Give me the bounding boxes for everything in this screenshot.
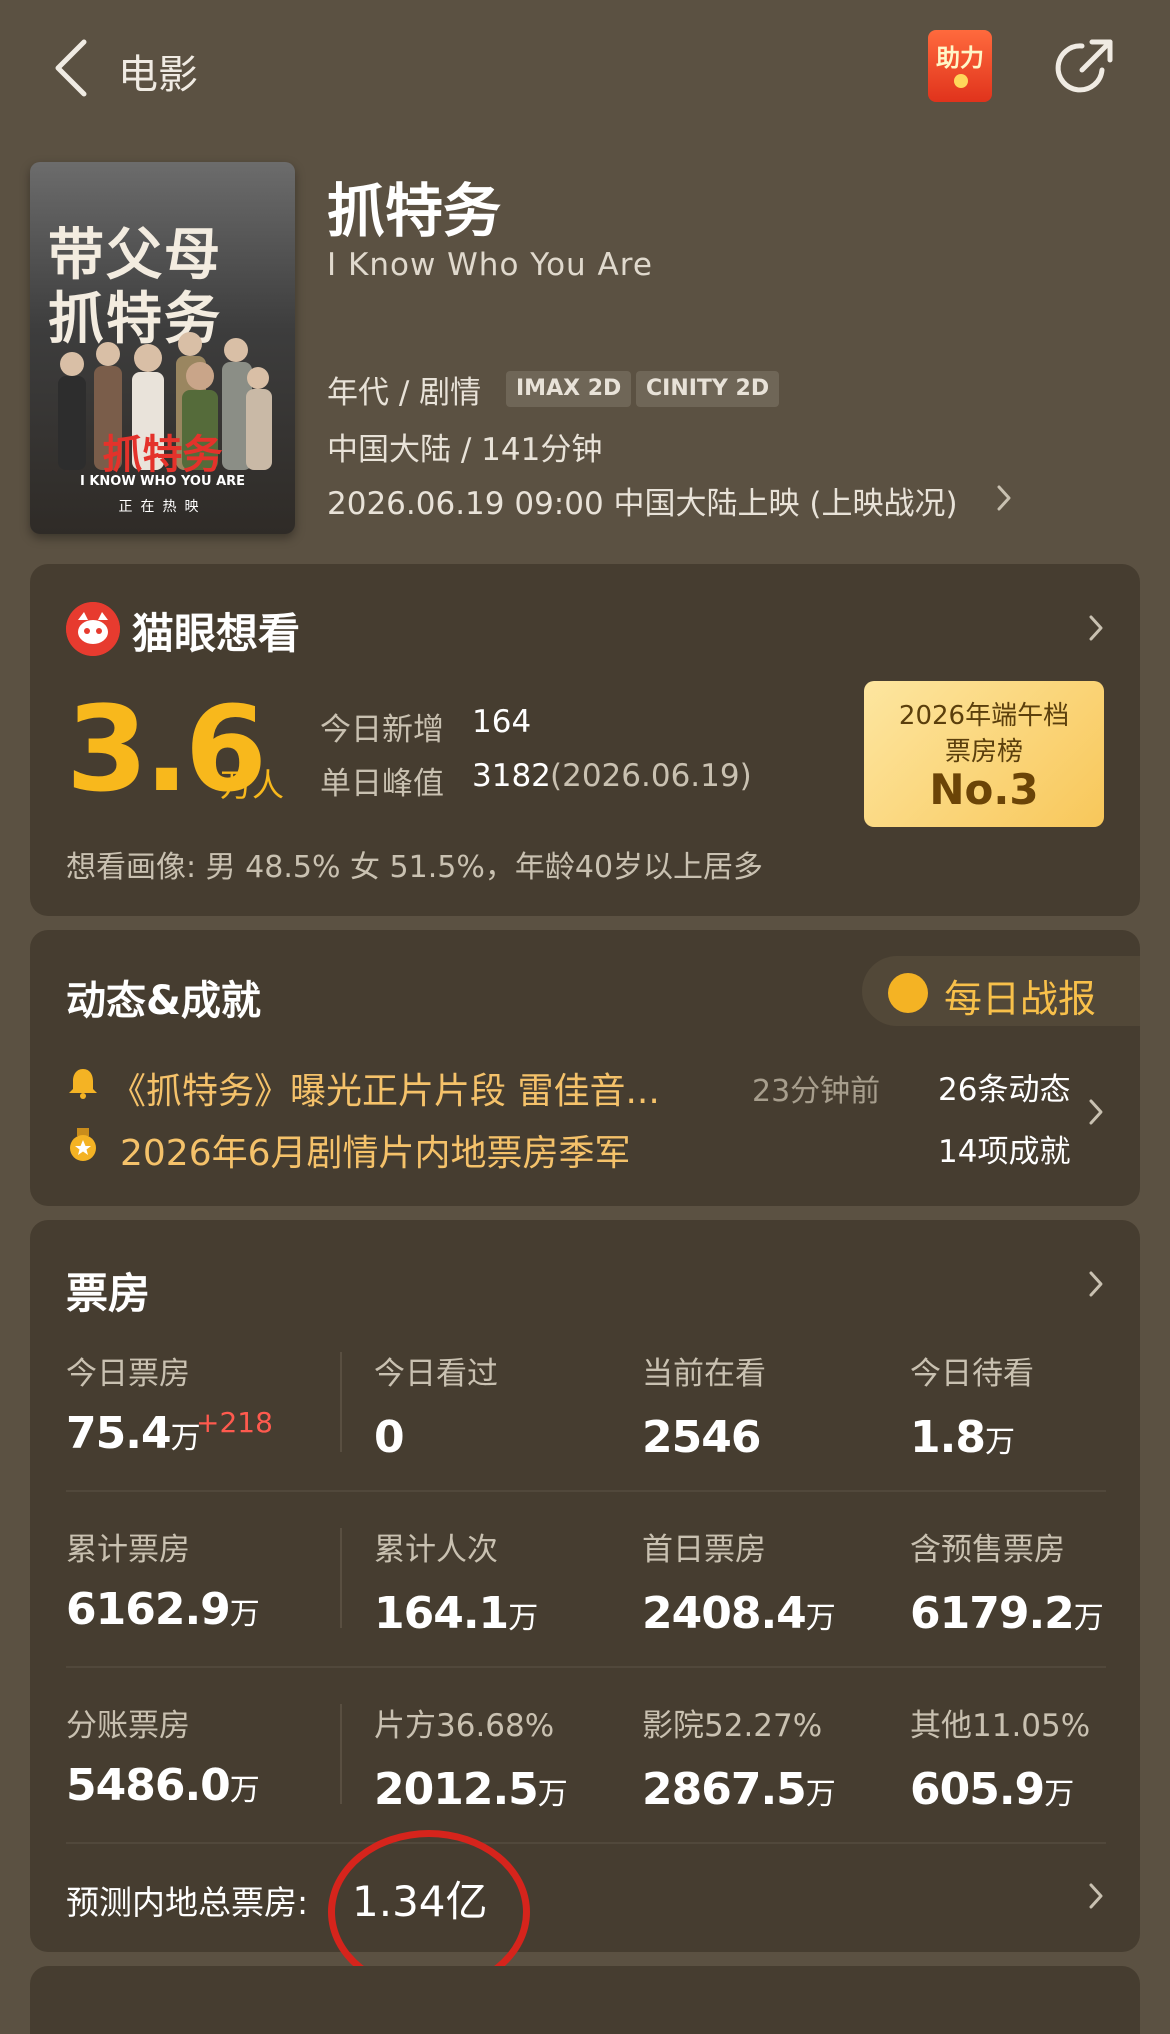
first-day-value: 2408.4万 <box>642 1588 836 1639</box>
maoyan-cat-icon <box>66 602 120 656</box>
movie-region-runtime: 中国大陆 / 141分钟 <box>327 432 603 468</box>
format-tag-imax: IMAX 2D <box>506 371 632 407</box>
audience-portrait: 想看画像: 男 48.5% 女 51.5%，年龄40岁以上居多 <box>66 850 764 885</box>
medal-icon <box>888 973 928 1013</box>
bell-icon <box>69 1069 97 1099</box>
daily-report-button[interactable]: 每日战报 <box>862 956 1140 1026</box>
poster-tagline: 正在热映 <box>118 499 207 515</box>
box-office-title: 票房 <box>66 1269 151 1318</box>
total-box-office-label: 累计票房 <box>66 1532 190 1568</box>
chevron-right-icon <box>1089 615 1103 641</box>
movie-english-title: I Know Who You Are <box>327 247 653 283</box>
cinema-share-value: 2867.5万 <box>642 1764 836 1815</box>
rank-position: No.3 <box>929 765 1039 814</box>
first-day-label: 首日票房 <box>642 1532 766 1568</box>
want-title: 猫眼想看 <box>132 609 301 658</box>
today-box-office-value: 75.4万 <box>66 1408 201 1459</box>
today-watched-label: 今日看过 <box>374 1356 498 1392</box>
other-share-label: 其他11.05% <box>910 1708 1091 1744</box>
movie-release-link[interactable]: 2026.06.19 09:00 中国大陆上映 (上映战况) <box>327 478 958 523</box>
news-item[interactable]: 《抓特务》曝光正片片段 雷佳音... <box>110 1062 660 1114</box>
chevron-right-icon <box>997 485 1011 511</box>
chevron-left-icon <box>55 39 87 97</box>
next-card <box>30 1966 1140 2034</box>
daily-peak-label: 单日峰值 <box>320 766 444 802</box>
now-watching-label: 当前在看 <box>642 1356 766 1392</box>
today-box-office-delta: +218 <box>196 1406 273 1439</box>
movie-poster[interactable]: 带父母 抓特务 抓特务 I KNOW WHO YOU ARE 正在热映 <box>30 162 295 534</box>
producer-share-value: 2012.5万 <box>374 1764 568 1815</box>
column-divider <box>340 1704 342 1804</box>
total-admissions-value: 164.1万 <box>374 1588 539 1639</box>
other-share-value: 605.9万 <box>910 1764 1075 1815</box>
medal-icon <box>70 1128 96 1161</box>
split-box-office-value: 5486.0万 <box>66 1760 260 1811</box>
want-count-unit: 万人 <box>220 766 285 804</box>
today-box-office-label: 今日票房 <box>66 1356 190 1392</box>
presale-total-label: 含预售票房 <box>910 1532 1065 1568</box>
movie-title: 抓特务 <box>327 177 502 245</box>
poster-english-title: I KNOW WHO YOU ARE <box>79 474 246 489</box>
share-icon[interactable] <box>1052 34 1118 100</box>
row-divider <box>66 1490 1106 1492</box>
rank-list: 票房榜 <box>944 737 1023 767</box>
today-new-value: 164 <box>472 704 532 740</box>
presale-total-value: 6179.2万 <box>910 1588 1104 1639</box>
chevron-right-icon <box>1089 1099 1103 1125</box>
total-admissions-label: 累计人次 <box>374 1532 498 1568</box>
column-divider <box>340 1352 342 1452</box>
news-title: 动态&成就 <box>66 978 261 1024</box>
page-title: 电影 <box>118 52 198 98</box>
chevron-right-icon <box>1089 1271 1103 1297</box>
chevron-right-icon <box>1089 1883 1103 1909</box>
rank-season: 2026年端午档 <box>898 701 1070 731</box>
help-label: 助力 <box>936 44 984 72</box>
daily-report-label: 每日战报 <box>944 977 1097 1021</box>
daily-peak-value: 3182 <box>472 758 551 794</box>
total-box-office-value: 6162.9万 <box>66 1584 260 1635</box>
row-divider <box>66 1666 1106 1668</box>
now-watching-value: 2546 <box>642 1412 761 1463</box>
predicted-total-label: 预测内地总票房: <box>66 1883 309 1922</box>
achievement-count: 14项成就 <box>938 1134 1071 1170</box>
today-watched-value: 0 <box>374 1412 405 1463</box>
today-new-label: 今日新增 <box>320 712 444 748</box>
movie-genre: 年代 / 剧情 <box>327 375 482 411</box>
producer-share-label: 片方36.68% <box>374 1708 555 1744</box>
poster-logo: 抓特务 <box>102 432 223 478</box>
red-envelope-icon <box>954 74 968 88</box>
split-box-office-label: 分账票房 <box>66 1708 190 1744</box>
back-button[interactable]: 电影 <box>52 28 332 108</box>
row-divider <box>66 1842 1106 1844</box>
today-to-watch-value: 1.8万 <box>910 1412 1015 1463</box>
today-to-watch-label: 今日待看 <box>910 1356 1034 1392</box>
rank-badge[interactable]: 2026年端午档 票房榜 No.3 <box>864 681 1104 827</box>
column-divider <box>340 1528 342 1628</box>
cinema-share-label: 影院52.27% <box>642 1708 823 1744</box>
format-tag-cinity: CINITY 2D <box>636 371 780 407</box>
news-time: 23分钟前 <box>752 1074 881 1109</box>
daily-peak-date: (2026.06.19) <box>550 758 752 794</box>
achievement-item[interactable]: 2026年6月剧情片内地票房季军 <box>120 1124 631 1176</box>
help-button[interactable]: 助力 <box>928 30 992 102</box>
news-count: 26条动态 <box>938 1072 1071 1108</box>
